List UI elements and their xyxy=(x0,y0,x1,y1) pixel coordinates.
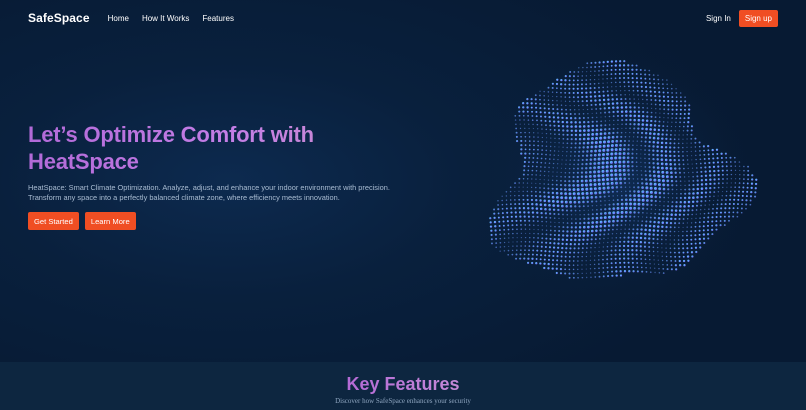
hero-section: SafeSpace Home How It Works Features Sig… xyxy=(0,0,806,362)
key-features-section: Key Features Discover how SafeSpace enha… xyxy=(0,362,806,410)
particle-orb-graphic xyxy=(465,40,765,320)
hero-headline: Let’s Optimize Comfort with HeatSpace xyxy=(28,121,368,175)
sign-up-button[interactable]: Sign up xyxy=(738,9,778,27)
key-features-subtitle: Discover how SafeSpace enhances your sec… xyxy=(335,397,471,405)
nav-auth: Sign In Sign up xyxy=(706,9,778,27)
learn-more-button[interactable]: Learn More xyxy=(84,212,136,230)
hero-cta-row: Get Started Learn More xyxy=(28,212,136,230)
hero-description-line2: Transform any space into a perfectly bal… xyxy=(28,193,340,202)
nav-link-home[interactable]: Home xyxy=(108,14,129,23)
hero-headline-line2: HeatSpace xyxy=(28,149,139,174)
brand-logo[interactable]: SafeSpace xyxy=(28,11,90,25)
nav-link-features[interactable]: Features xyxy=(202,14,234,23)
key-features-title: Key Features xyxy=(346,374,460,394)
hero-description: HeatSpace: Smart Climate Optimization. A… xyxy=(28,183,408,203)
sign-in-link[interactable]: Sign In xyxy=(706,14,731,23)
particle-orb-illustration xyxy=(465,40,765,320)
hero-headline-line1: Let’s Optimize Comfort with xyxy=(28,122,314,147)
nav-links: Home How It Works Features xyxy=(108,14,234,23)
nav-link-how-it-works[interactable]: How It Works xyxy=(142,14,189,23)
top-nav: SafeSpace Home How It Works Features Sig… xyxy=(0,0,806,36)
hero-description-line1: HeatSpace: Smart Climate Optimization. A… xyxy=(28,183,390,192)
get-started-button[interactable]: Get Started xyxy=(28,212,79,230)
